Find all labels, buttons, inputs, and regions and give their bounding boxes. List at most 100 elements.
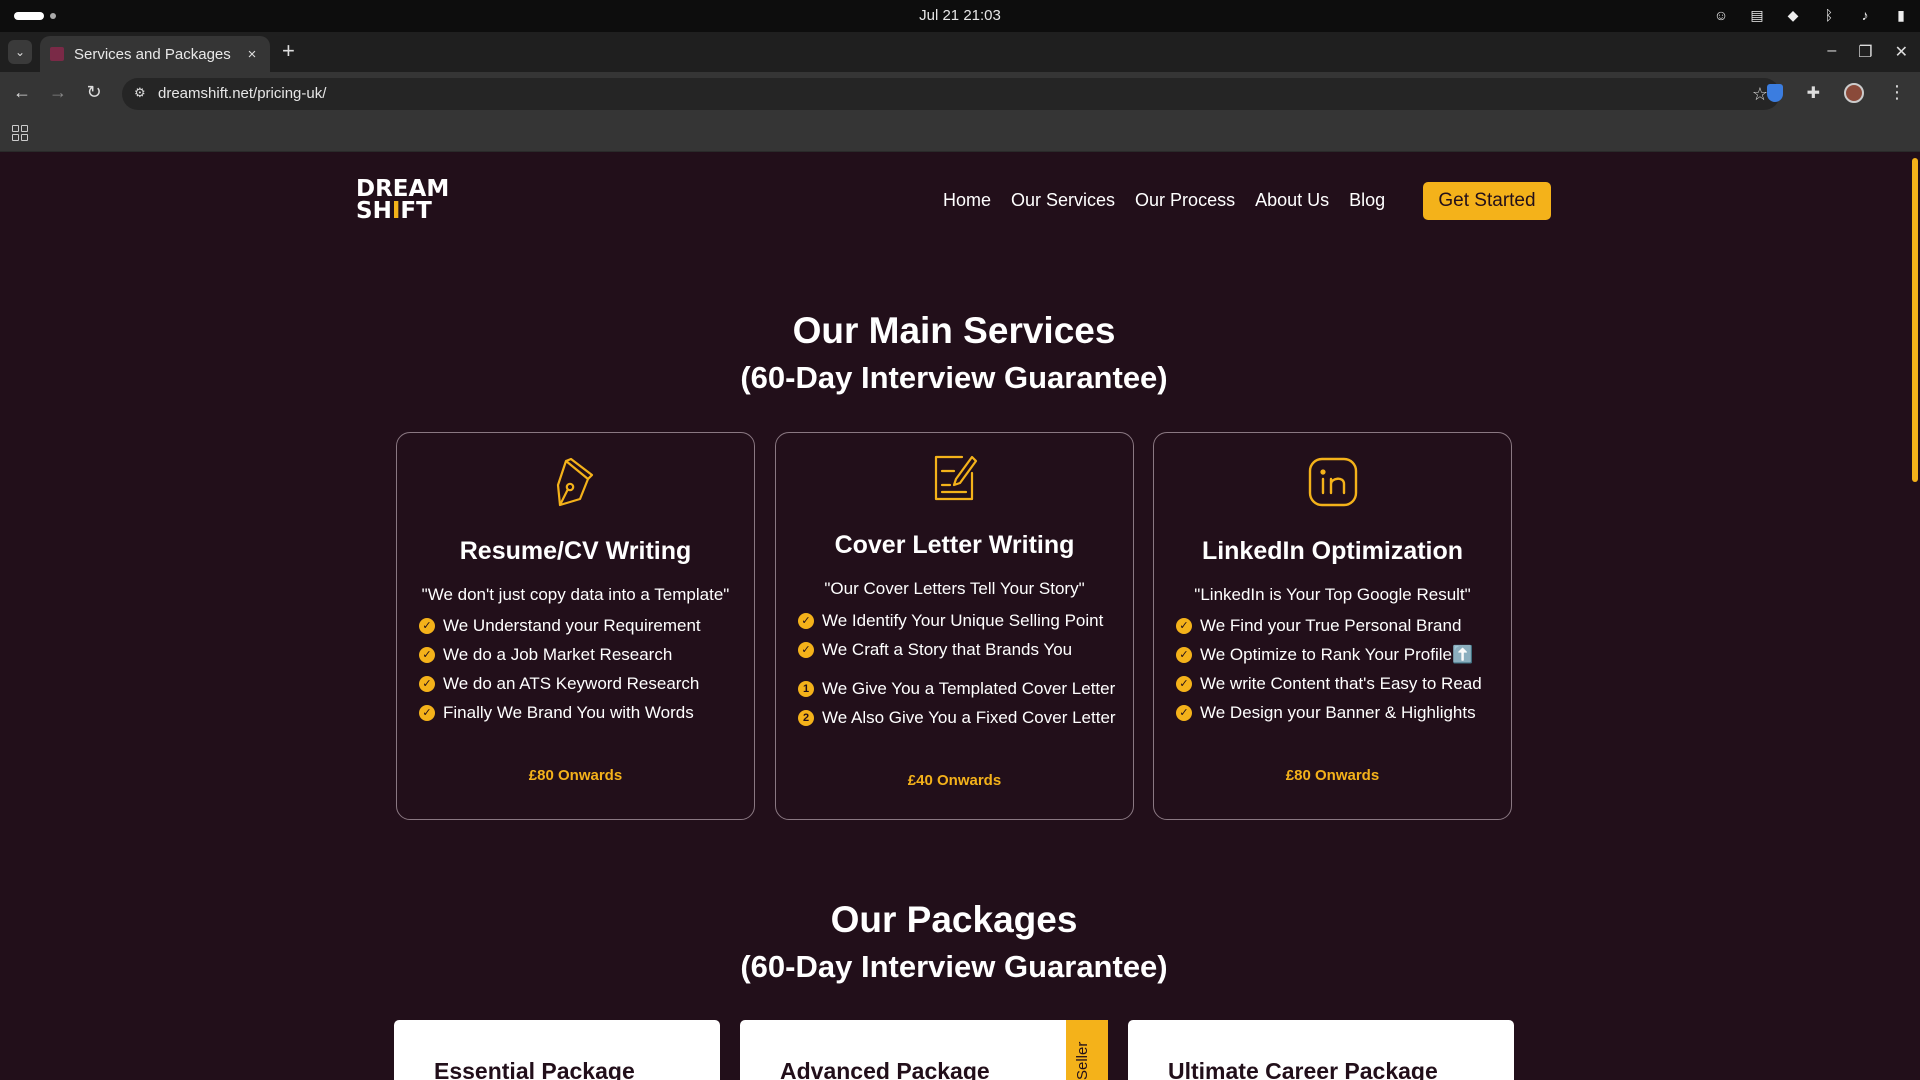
services-title: Our Main Services (792, 310, 1116, 351)
logo-line2-post: FT (400, 198, 432, 224)
best-seller-ribbon: Seller (1066, 1020, 1108, 1080)
nav-blog[interactable]: Blog (1349, 190, 1385, 211)
check-circle-icon: ✓ (1176, 646, 1192, 663)
feature-text: We Design your Banner & Highlights (1200, 702, 1476, 722)
linkedin-icon (1154, 457, 1511, 507)
packages-title: Our Packages (830, 899, 1078, 940)
page-scrollbar[interactable] (1912, 158, 1918, 482)
volume-icon[interactable]: ♪ (1856, 6, 1874, 24)
card-title: LinkedIn Optimization (1201, 537, 1464, 565)
bookmarks-bar (0, 116, 1920, 152)
profile-avatar[interactable] (1844, 82, 1864, 103)
restore-icon[interactable]: ❐ (1858, 42, 1872, 62)
logo-line2-pre: SH (356, 198, 392, 224)
check-circle-icon: ✓ (1176, 675, 1192, 692)
wifi-icon[interactable]: ◆ (1784, 6, 1802, 24)
feature-text: We Give You a Templated Cover Letter (822, 678, 1116, 698)
check-circle-icon: ✓ (419, 704, 435, 721)
packages-subtitle: (60-Day Interview Guarantee) (740, 949, 1168, 984)
bookmark-star-icon[interactable]: ☆ (1752, 84, 1768, 105)
check-circle-icon: ✓ (798, 641, 814, 658)
close-tab-icon[interactable]: × (244, 46, 260, 63)
package-card-advanced: Advanced Package Seller (740, 1020, 1108, 1080)
url-text[interactable]: dreamshift.net/pricing-uk/ (158, 85, 326, 102)
feature-text: We Also Give You a Fixed Cover Letter (822, 707, 1116, 727)
site-info-icon[interactable]: ⚙ (134, 85, 152, 103)
forward-icon[interactable]: → (46, 82, 70, 103)
list-item: ✓ We Identify Your Unique Selling Point (798, 606, 1116, 635)
package-title: Advanced Package (780, 1058, 990, 1080)
window-controls: – ❐ ✕ (1827, 42, 1908, 62)
logo-line1: DREAM (356, 176, 450, 202)
card-features: ✓ We Understand your Requirement ✓ We do a… (419, 611, 701, 727)
nav-home[interactable]: Home (943, 190, 991, 211)
bluetooth-icon[interactable]: ᛒ (1820, 6, 1838, 24)
list-item: ✓ Finally We Brand You with Words (419, 698, 701, 727)
tab-search-button[interactable]: ⌄ (8, 40, 32, 64)
toolbar-right: ✚ ⋮ (1766, 82, 1906, 103)
browser-tab-strip: ⌄ Services and Packages (R × + – ❐ ✕ (0, 32, 1920, 72)
site-logo[interactable]: DREAM SHIFT (356, 176, 450, 224)
system-tray[interactable]: ☺ ▤ ◆ ᛒ ♪ ▮ (1712, 6, 1910, 24)
card-quote: "LinkedIn is Your Top Google Result" (1194, 585, 1471, 604)
extensions-puzzle-icon[interactable]: ✚ (1807, 83, 1820, 103)
list-item: ✓ We Design your Banner & Highlights (1176, 698, 1482, 727)
minimize-icon[interactable]: – (1827, 42, 1836, 62)
number-one-icon: 1 (798, 680, 814, 697)
list-item: ✓ We Find your True Personal Brand (1176, 611, 1482, 640)
clipboard-icon[interactable]: ▤ (1748, 6, 1766, 24)
package-title: Ultimate Career Package (1168, 1058, 1438, 1080)
browser-tab-active[interactable]: Services and Packages (R × (40, 36, 270, 72)
services-subtitle: (60-Day Interview Guarantee) (740, 360, 1168, 395)
card-price: £80 Onwards (528, 767, 623, 784)
address-bar[interactable]: ⚙ dreamshift.net/pricing-uk/ ☆ (122, 78, 1780, 110)
list-item: ✓ We Craft a Story that Brands You (798, 635, 1116, 664)
feature-text: We Understand your Requirement (443, 615, 701, 635)
list-item: ✓ We Understand your Requirement (419, 611, 701, 640)
feature-text: We write Content that's Easy to Read (1200, 673, 1482, 693)
package-card-ultimate: Ultimate Career Package (1128, 1020, 1514, 1080)
pen-nib-icon (397, 457, 754, 509)
site-nav: Home Our Services Our Process About Us B… (943, 190, 1385, 211)
apps-grid-icon[interactable] (12, 125, 28, 141)
check-circle-icon: ✓ (419, 617, 435, 634)
nav-our-services[interactable]: Our Services (1011, 190, 1115, 211)
system-clock[interactable]: Jul 21 21:03 (0, 7, 1920, 24)
list-item: ✓ We do a Job Market Research (419, 640, 701, 669)
ribbon-text: Seller (1074, 1041, 1091, 1080)
face-icon[interactable]: ☺ (1712, 6, 1730, 24)
check-circle-icon: ✓ (1176, 704, 1192, 721)
number-two-icon: 2 (798, 709, 814, 726)
new-tab-button[interactable]: + (282, 40, 295, 62)
list-item: 2 We Also Give You a Fixed Cover Letter (798, 703, 1116, 732)
packages-heading: Our Packages (60-Day Interview Guarantee… (0, 899, 1908, 985)
card-price: £40 Onwards (907, 772, 1002, 789)
service-card-resume: Resume/CV Writing "We don't just copy da… (396, 432, 755, 820)
package-card-essential: Essential Package (394, 1020, 720, 1080)
document-edit-icon (776, 451, 1133, 503)
battery-icon[interactable]: ▮ (1892, 6, 1910, 24)
get-started-button[interactable]: Get Started (1423, 182, 1551, 220)
list-item: 1 We Give You a Templated Cover Letter (798, 674, 1116, 703)
check-circle-icon: ✓ (1176, 617, 1192, 634)
card-title: Cover Letter Writing (834, 531, 1075, 559)
nav-about-us[interactable]: About Us (1255, 190, 1329, 211)
extension-shield-icon[interactable] (1766, 83, 1783, 102)
services-heading: Our Main Services (60-Day Interview Guar… (0, 310, 1908, 396)
os-top-bar: Jul 21 21:03 ☺ ▤ ◆ ᛒ ♪ ▮ (0, 0, 1920, 32)
list-item: ✓ We write Content that's Easy to Read (1176, 669, 1482, 698)
feature-text: We do a Job Market Research (443, 644, 673, 664)
card-features: ✓ We Find your True Personal Brand ✓ We Op… (1176, 611, 1482, 727)
nav-our-process[interactable]: Our Process (1135, 190, 1235, 211)
tab-title: Services and Packages (R (74, 45, 234, 63)
check-circle-icon: ✓ (798, 612, 814, 629)
browser-toolbar: ← → ↻ ⚙ dreamshift.net/pricing-uk/ ☆ ✚ ⋮ (0, 72, 1920, 116)
back-icon[interactable]: ← (10, 82, 34, 103)
card-features: ✓ We Identify Your Unique Selling Point ✓… (798, 606, 1116, 732)
check-circle-icon: ✓ (419, 675, 435, 692)
browser-menu-icon[interactable]: ⋮ (1888, 82, 1906, 103)
card-quote: "Our Cover Letters Tell Your Story" (824, 579, 1085, 598)
reload-icon[interactable]: ↻ (82, 82, 106, 103)
feature-text: Finally We Brand You with Words (443, 702, 694, 722)
close-window-icon[interactable]: ✕ (1895, 42, 1908, 62)
